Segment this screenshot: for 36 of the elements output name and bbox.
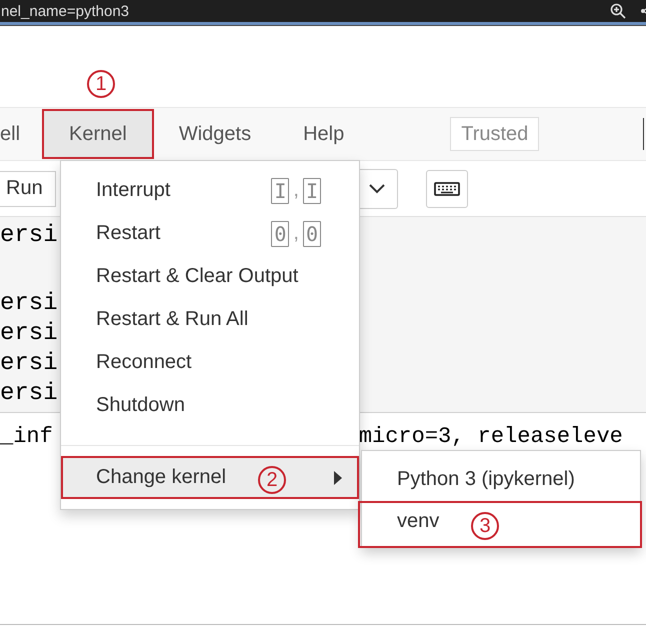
- url-text: nel_name=python3: [1, 2, 130, 20]
- annotation-number: 2: [258, 466, 286, 494]
- menu-item[interactable]: venv 3: [359, 502, 641, 547]
- shortcut-key: 0: [271, 220, 290, 246]
- run-button[interactable]: Run: [0, 170, 56, 206]
- code-line: ersi: [0, 319, 58, 349]
- shortcut-key: 0: [302, 220, 321, 246]
- chevron-down-icon: [369, 184, 386, 194]
- cell-type-dropdown[interactable]: [358, 168, 398, 208]
- shortcut-separator: ,: [293, 179, 299, 202]
- menu-item[interactable]: Restart & Clear Output: [61, 255, 359, 298]
- shortcut-key: I: [271, 178, 290, 204]
- menu-item[interactable]: Interrupt I , I: [61, 169, 359, 212]
- code-line: ersi: [0, 349, 58, 379]
- shortcut-separator: ,: [293, 222, 299, 245]
- annotation-number: 1: [87, 70, 116, 98]
- menu-tab[interactable]: Help: [277, 110, 370, 158]
- menu-item[interactable]: Restart & Run All: [61, 298, 359, 341]
- code-line: ersi: [0, 289, 58, 319]
- menu-item[interactable]: Reconnect: [61, 341, 359, 384]
- submenu-arrow-icon: [333, 470, 343, 484]
- zoom-in-icon: [610, 3, 626, 19]
- menu-item[interactable]: Python 3 (ipykernel): [362, 457, 640, 502]
- menu-item[interactable]: Restart 0 , 0: [61, 212, 359, 255]
- code-line: ersi: [0, 379, 58, 409]
- output-text: _inf: [0, 425, 53, 449]
- menu-item[interactable]: Shutdown: [61, 384, 359, 427]
- annotation-number: 3: [471, 512, 499, 540]
- keyboard-icon: [434, 182, 460, 196]
- menu-item[interactable]: Change kernel 2: [61, 456, 359, 499]
- code-line: ersi: [0, 221, 58, 251]
- keyboard-button[interactable]: [426, 170, 468, 208]
- shortcut-key: I: [302, 178, 321, 204]
- output-text: micro=3, releaseleve: [358, 425, 623, 449]
- menu-tab[interactable]: Widgets: [152, 110, 278, 158]
- trusted-badge: Trusted: [450, 117, 540, 151]
